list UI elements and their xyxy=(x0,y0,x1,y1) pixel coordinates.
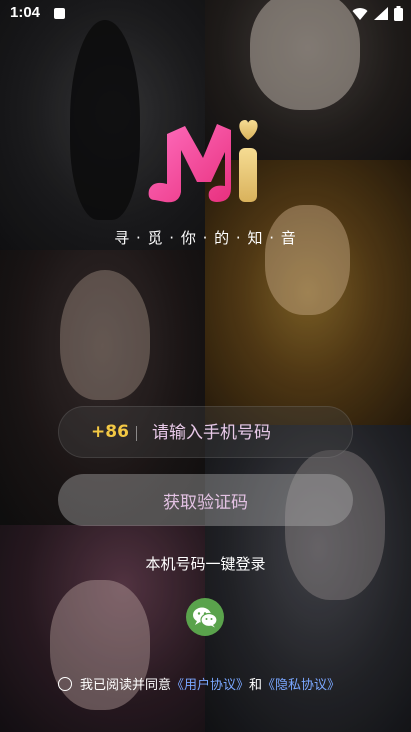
one-click-login-link[interactable]: 本机号码一键登录 xyxy=(0,553,411,574)
app-logo xyxy=(148,120,258,203)
agreement-checkbox[interactable] xyxy=(58,676,72,691)
privacy-agreement-link[interactable]: 《隐私协议》 xyxy=(262,678,340,693)
agreement-and: 和 xyxy=(249,678,263,693)
signal-icon xyxy=(374,7,388,20)
agreement-row: 我已阅读并同意《用户协议》和《隐私协议》 xyxy=(58,674,340,693)
status-bar: 1:04 xyxy=(0,0,411,28)
status-time: 1:04 xyxy=(10,4,41,21)
user-agreement-link[interactable]: 《用户协议》 xyxy=(171,678,249,693)
wechat-login-button[interactable] xyxy=(186,598,224,636)
divider xyxy=(136,426,137,441)
status-icons xyxy=(352,6,403,21)
notification-icon xyxy=(54,8,65,19)
agreement-prefix: 我已阅读并同意 xyxy=(80,678,172,693)
battery-icon xyxy=(394,6,403,21)
wechat-icon xyxy=(193,607,218,628)
phone-input-group[interactable]: +86 xyxy=(58,406,353,458)
tagline: 寻 · 觅 · 你 · 的 · 知 · 音 xyxy=(114,229,297,247)
phone-input[interactable] xyxy=(152,417,342,449)
country-code[interactable]: +86 xyxy=(91,422,129,442)
wifi-icon xyxy=(352,8,368,20)
get-code-button[interactable]: 获取验证码 xyxy=(58,474,353,526)
